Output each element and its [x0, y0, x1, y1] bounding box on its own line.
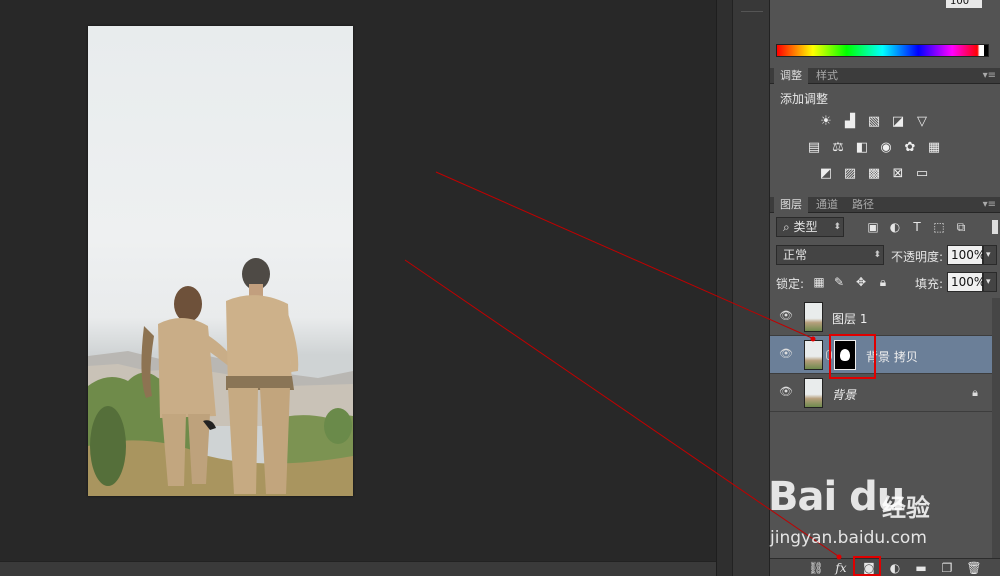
annotation-arrows — [404, 171, 842, 560]
photoshop-window: 100 调整 样式 ▾≡ 添加调整 ☀ ▟ ▧ ◪ ▽ ▤ ⚖ ◧ ◉ ✿ ▦ … — [0, 0, 1000, 576]
